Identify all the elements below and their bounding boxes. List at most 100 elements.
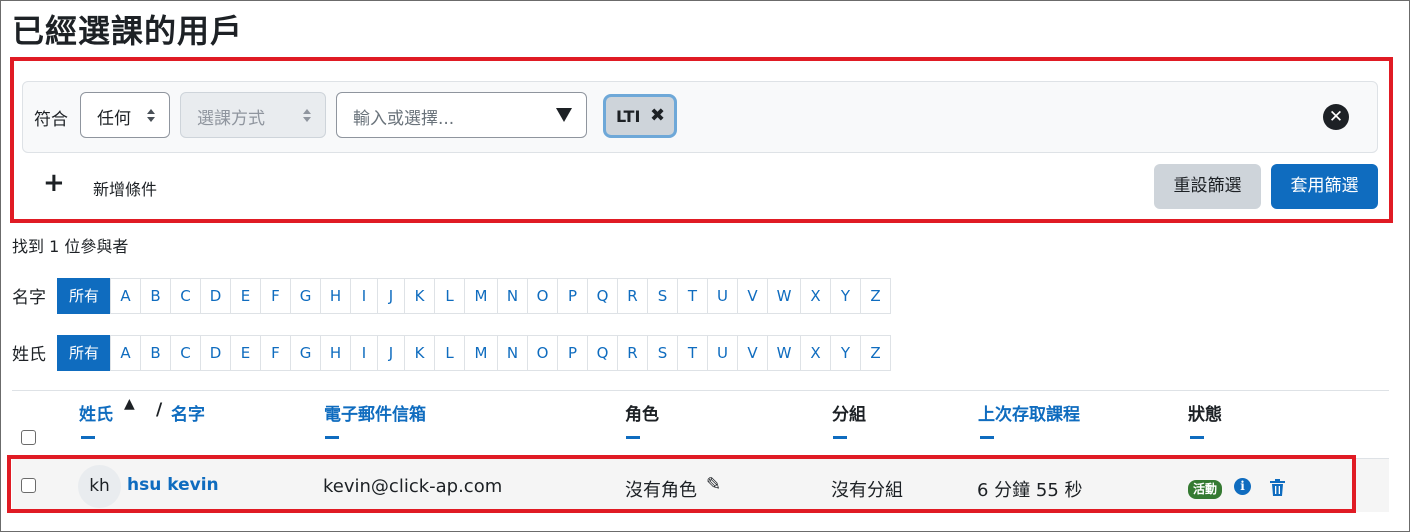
initial-letter[interactable]: V xyxy=(737,278,768,314)
initial-letter[interactable]: Q xyxy=(587,335,618,371)
initial-letter[interactable]: W xyxy=(767,278,801,314)
select-caret-icon xyxy=(303,109,311,123)
apply-filters-button[interactable]: 套用篩選 xyxy=(1271,164,1378,209)
initial-letter[interactable]: F xyxy=(260,335,291,371)
status-badge: 活動 xyxy=(1188,480,1223,499)
plus-icon[interactable]: + xyxy=(43,170,65,196)
tag-label: LTI xyxy=(616,107,641,126)
initial-letter[interactable]: C xyxy=(170,335,201,371)
user-name-link[interactable]: hsu kevin xyxy=(127,475,219,495)
initial-letter[interactable]: R xyxy=(617,335,648,371)
collapse-column-icon[interactable] xyxy=(1190,436,1204,439)
initial-letter[interactable]: Z xyxy=(860,278,891,314)
initial-letter[interactable]: R xyxy=(617,278,648,314)
initial-letter[interactable]: Z xyxy=(860,335,891,371)
initial-letter[interactable]: G xyxy=(290,278,321,314)
initial-all[interactable]: 所有 xyxy=(57,335,111,371)
collapse-column-icon[interactable] xyxy=(81,436,95,439)
dropdown-arrow-icon[interactable] xyxy=(556,108,572,122)
selected-tag-lti[interactable]: LTI ✖ xyxy=(603,94,677,138)
initial-letter[interactable]: H xyxy=(320,278,351,314)
initial-letter[interactable]: I xyxy=(350,278,378,314)
filter-value-placeholder: 輸入或選擇... xyxy=(353,109,455,129)
header-groups: 分組 xyxy=(832,405,866,425)
initial-letter[interactable]: O xyxy=(527,278,558,314)
initial-letter[interactable]: B xyxy=(140,278,171,314)
initial-letter[interactable]: K xyxy=(404,278,435,314)
header-slash: / xyxy=(156,400,163,420)
initial-letter[interactable]: T xyxy=(677,335,708,371)
initial-letter[interactable]: J xyxy=(377,335,405,371)
select-all-checkbox[interactable] xyxy=(21,430,36,445)
filter-value-search[interactable]: 輸入或選擇... xyxy=(336,92,587,138)
lastname-initials-bar: 所有 A B C D E F G H I J K L M N O P Q R S T U V W X Y Z xyxy=(57,335,891,371)
user-role: 沒有角色 xyxy=(625,480,697,501)
participant-count: 找到 1 位參與者 xyxy=(12,237,129,256)
sort-firstname-link[interactable]: 名字 xyxy=(171,400,205,425)
initial-all[interactable]: 所有 xyxy=(57,278,111,314)
initial-letter[interactable]: U xyxy=(707,278,738,314)
collapse-column-icon[interactable] xyxy=(980,436,994,439)
collapse-column-icon[interactable] xyxy=(325,436,339,439)
initial-letter[interactable]: N xyxy=(497,278,528,314)
initial-letter[interactable]: E xyxy=(230,335,261,371)
window-frame xyxy=(0,0,1410,532)
trash-icon[interactable] xyxy=(1270,479,1285,496)
initial-letter[interactable]: V xyxy=(737,335,768,371)
user-last-access: 6 分鐘 55 秒 xyxy=(977,480,1083,501)
collapse-column-icon[interactable] xyxy=(626,436,640,439)
initial-letter[interactable]: S xyxy=(647,278,678,314)
initial-letter[interactable]: F xyxy=(260,278,291,314)
initial-letter[interactable]: Y xyxy=(830,278,861,314)
header-status: 狀態 xyxy=(1188,405,1222,425)
initial-letter[interactable]: P xyxy=(557,278,588,314)
initial-letter[interactable]: L xyxy=(434,335,465,371)
collapse-column-icon[interactable] xyxy=(833,436,847,439)
initial-letter[interactable]: T xyxy=(677,278,708,314)
initial-letter[interactable]: I xyxy=(350,335,378,371)
initial-letter[interactable]: S xyxy=(647,335,678,371)
initial-letter[interactable]: M xyxy=(464,335,498,371)
select-caret-icon xyxy=(147,109,155,123)
initial-letter[interactable]: H xyxy=(320,335,351,371)
match-select-value: 任何 xyxy=(97,109,131,129)
firstname-initials-label: 名字 xyxy=(12,288,46,308)
initial-letter[interactable]: W xyxy=(767,335,801,371)
initial-letter[interactable]: N xyxy=(497,335,528,371)
sort-ascending-icon: ▲ xyxy=(124,396,135,412)
initial-letter[interactable]: D xyxy=(200,278,231,314)
initial-letter[interactable]: O xyxy=(527,335,558,371)
row-checkbox[interactable] xyxy=(21,478,36,493)
sort-lastname-link[interactable]: 姓氏 xyxy=(79,400,113,425)
avatar[interactable]: kh xyxy=(78,465,121,508)
remove-filter-icon[interactable]: ✕ xyxy=(1323,104,1349,130)
filter-type-select[interactable]: 選課方式 xyxy=(180,92,326,138)
initial-letter[interactable]: Y xyxy=(830,335,861,371)
initial-letter[interactable]: P xyxy=(557,335,588,371)
initial-letter[interactable]: X xyxy=(800,278,831,314)
remove-tag-icon[interactable]: ✖ xyxy=(650,105,665,126)
page-title: 已經選課的用戶 xyxy=(12,12,244,50)
initial-letter[interactable]: J xyxy=(377,278,405,314)
initial-letter[interactable]: X xyxy=(800,335,831,371)
initial-letter[interactable]: L xyxy=(434,278,465,314)
firstname-initials-bar: 所有 A B C D E F G H I J K L M N O P Q R S T U V W X Y Z xyxy=(57,278,891,314)
initial-letter[interactable]: M xyxy=(464,278,498,314)
initial-letter[interactable]: Q xyxy=(587,278,618,314)
initial-letter[interactable]: A xyxy=(110,278,141,314)
initial-letter[interactable]: C xyxy=(170,278,201,314)
reset-filters-button[interactable]: 重設篩選 xyxy=(1154,164,1261,209)
initial-letter[interactable]: E xyxy=(230,278,261,314)
initial-letter[interactable]: A xyxy=(110,335,141,371)
pencil-icon[interactable]: ✎ xyxy=(706,474,721,495)
sort-last-access-link[interactable]: 上次存取課程 xyxy=(978,400,1080,425)
match-select[interactable]: 任何 xyxy=(80,92,170,138)
add-condition-link[interactable]: 新增條件 xyxy=(93,176,157,200)
initial-letter[interactable]: K xyxy=(404,335,435,371)
initial-letter[interactable]: D xyxy=(200,335,231,371)
initial-letter[interactable]: U xyxy=(707,335,738,371)
initial-letter[interactable]: B xyxy=(140,335,171,371)
initial-letter[interactable]: G xyxy=(290,335,321,371)
info-icon[interactable]: i xyxy=(1234,478,1251,495)
sort-email-link[interactable]: 電子郵件信箱 xyxy=(324,400,426,425)
